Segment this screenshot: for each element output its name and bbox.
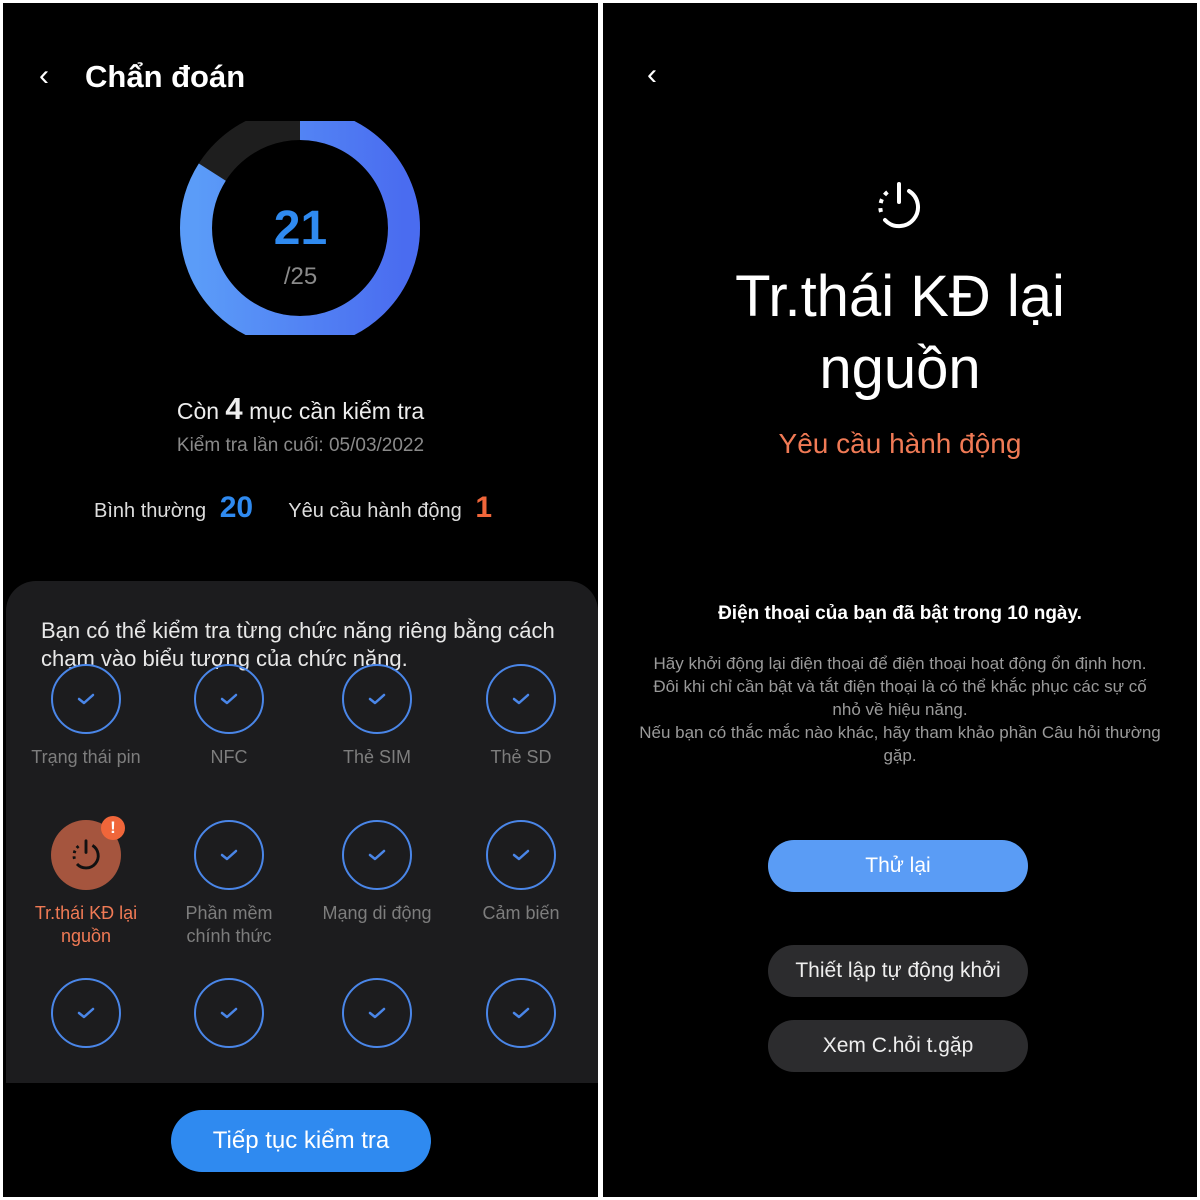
function-grid-card: Bạn có thể kiểm tra từng chức năng riêng…: [6, 581, 598, 1091]
function-item[interactable]: Cảm biến: [451, 820, 591, 925]
last-check: Kiểm tra lần cuối: 05/03/2022: [176, 435, 425, 456]
check-icon: [51, 978, 121, 1048]
check-icon: [486, 978, 556, 1048]
function-item[interactable]: [159, 978, 299, 1060]
diagnostics-screen: ‹ Chẩn đoán 21 /25 Còn 4 mục cần kiểm tr…: [3, 3, 598, 1197]
function-item[interactable]: [451, 978, 591, 1060]
headline: Điện thoại của bạn đã bật trong 10 ngày.: [718, 603, 1082, 624]
restart-power-icon: [878, 182, 920, 229]
item-title: Tr.thái KĐ lại nguồn: [735, 264, 1065, 401]
check-icon: [486, 664, 556, 734]
stats: Bình thường 20 Yêu cầu hành động 1: [94, 491, 493, 524]
check-icon: [342, 664, 412, 734]
page-title: Chẩn đoán: [85, 59, 246, 94]
restart-power-icon: !: [51, 816, 125, 890]
function-label: NFC: [210, 747, 248, 767]
function-label: Thẻ SD: [490, 747, 552, 767]
description: Hãy khởi động lại điện thoại để điện tho…: [639, 654, 1161, 765]
check-icon: [194, 820, 264, 890]
function-item[interactable]: Trạng thái pin: [16, 664, 156, 769]
checked-count: 21: [273, 202, 328, 255]
warning-badge-icon: !: [101, 816, 125, 840]
auto-restart-button[interactable]: Thiết lập tự động khởi: [768, 945, 1028, 997]
check-icon: [194, 978, 264, 1048]
bottom-bar: Tiếp tục kiểm tra: [3, 1083, 598, 1197]
function-label: Cảm biến: [482, 903, 560, 923]
function-label: Trạng thái pin: [31, 747, 141, 767]
remaining-text: Còn 4 mục cần kiểm tra: [176, 391, 425, 426]
function-label: Tr.thái KĐ lại nguồn: [34, 903, 138, 946]
function-item[interactable]: Thẻ SIM: [307, 664, 447, 769]
function-label: Phần mềm chính thức: [185, 903, 273, 946]
back-button[interactable]: ‹: [39, 59, 49, 93]
retry-button[interactable]: Thử lại: [768, 840, 1028, 892]
function-label: Thẻ SIM: [342, 747, 412, 767]
power-restart-detail-screen: ‹ Tr.thái KĐ lại nguồn Yêu cầu hành động…: [603, 3, 1197, 1197]
function-item[interactable]: Mạng di động: [307, 820, 447, 925]
function-item[interactable]: [16, 978, 156, 1060]
check-icon: [486, 820, 556, 890]
function-item[interactable]: ! Tr.thái KĐ lại nguồn: [16, 816, 156, 948]
status-label: Yêu cầu hành động: [778, 428, 1022, 459]
function-label: Mạng di động: [322, 903, 432, 923]
check-icon: [342, 978, 412, 1048]
total-count: /25: [283, 263, 318, 290]
function-item[interactable]: Thẻ SD: [451, 664, 591, 769]
check-icon: [51, 664, 121, 734]
function-item[interactable]: Phần mềm chính thức: [159, 820, 299, 948]
back-button[interactable]: ‹: [647, 58, 657, 92]
faq-button[interactable]: Xem C.hỏi t.gặp: [768, 1020, 1028, 1072]
continue-check-button[interactable]: Tiếp tục kiểm tra: [171, 1110, 431, 1172]
check-icon: [194, 664, 264, 734]
function-item[interactable]: NFC: [159, 664, 299, 769]
check-icon: [342, 820, 412, 890]
function-item[interactable]: [307, 978, 447, 1060]
